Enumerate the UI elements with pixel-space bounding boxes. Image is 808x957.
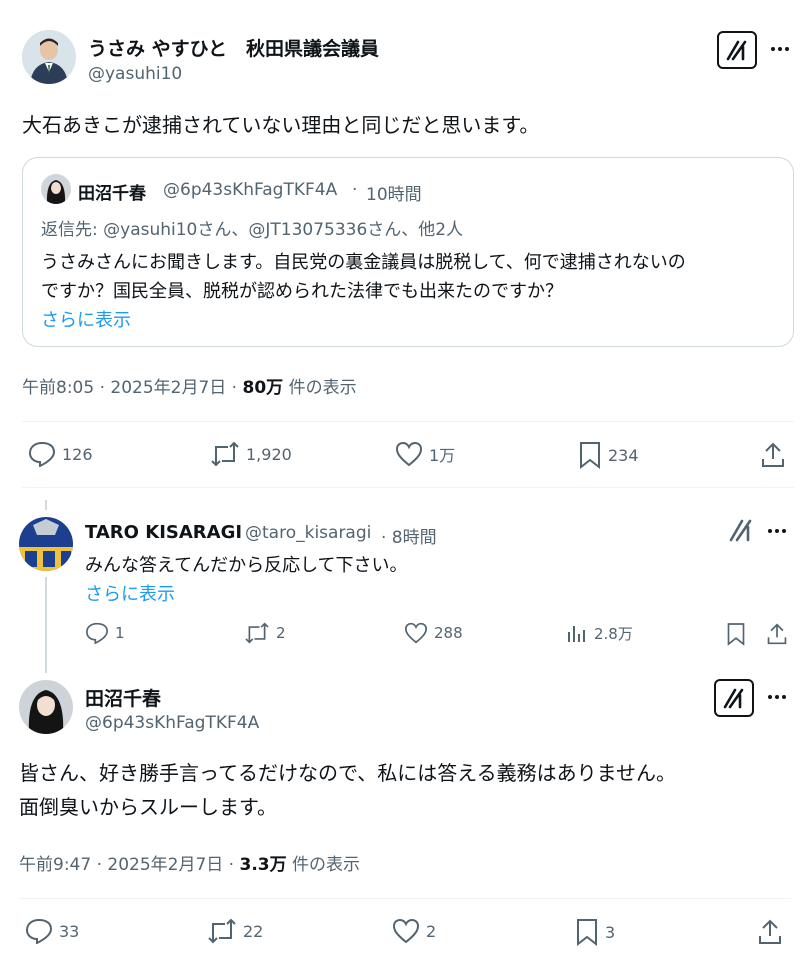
heart-icon — [404, 622, 428, 644]
second-post-text-line1: 皆さん、好き勝手言ってるだけなので、私には答える義務はありません。 — [19, 761, 676, 785]
author-handle[interactable]: @yasuhi10 — [88, 64, 182, 84]
bookmark-icon — [577, 919, 597, 946]
second-grok-icon[interactable] — [714, 679, 754, 717]
more-options-icon[interactable] — [771, 47, 789, 51]
second-post-timestamp[interactable]: 午前9:47 · 2025年2月7日 · — [19, 855, 240, 875]
post-meta: 午前8:05 · 2025年2月7日 · 80万 件の表示 — [22, 373, 357, 398]
bookmark-icon — [727, 623, 745, 646]
reply-icon — [25, 918, 53, 944]
reply-like-count: 288 — [434, 624, 463, 642]
like-button[interactable]: 1万 — [395, 441, 455, 467]
second-author-avatar[interactable] — [19, 680, 73, 734]
bookmark-count: 234 — [608, 445, 639, 465]
second-repost-count: 22 — [243, 921, 264, 941]
reply-like-button[interactable]: 288 — [404, 622, 463, 644]
second-bookmark-count: 3 — [605, 922, 616, 942]
heart-icon — [395, 441, 423, 467]
quoted-text-line2: ですか？国民全員、脱税が認められた法律でも出来たのですか？ — [41, 281, 563, 302]
reply-reply-count: 1 — [115, 624, 125, 642]
second-like-count: 2 — [426, 921, 437, 941]
grok-icon[interactable] — [717, 31, 757, 69]
thread-line — [45, 577, 47, 673]
divider — [22, 487, 794, 488]
divider — [19, 898, 791, 899]
quoted-author-avatar — [41, 174, 71, 204]
repost-count: 1,920 — [246, 444, 292, 464]
reply-more-options-icon[interactable] — [768, 529, 786, 533]
post-views-count: 80万 — [242, 378, 284, 398]
repost-icon — [211, 441, 239, 467]
second-bookmark-button[interactable]: 3 — [575, 918, 615, 946]
author-avatar[interactable] — [22, 30, 76, 84]
second-post-views-count: 3.3万 — [239, 855, 287, 875]
like-count: 1万 — [429, 446, 456, 465]
second-reply-button[interactable]: 33 — [25, 918, 79, 944]
reply-repost-count: 2 — [276, 624, 286, 642]
quoted-show-more-link[interactable]: さらに表示 — [41, 306, 131, 332]
quoted-reply-to: 返信先: @yasuhi10さん、@JT13075336さん、他2人 — [41, 220, 464, 240]
second-like-button[interactable]: 2 — [392, 918, 436, 944]
second-post-text-line2: 面倒臭いからスルーします。 — [19, 795, 277, 819]
second-share-button[interactable] — [757, 918, 783, 946]
reply-bookmark-button[interactable] — [726, 622, 746, 646]
reply-button[interactable]: 126 — [28, 441, 93, 467]
share-icon — [762, 442, 784, 467]
reply-grok-icon[interactable] — [728, 518, 754, 546]
reply-views-button[interactable]: 2.8万 — [566, 622, 633, 644]
second-more-options-icon[interactable] — [768, 695, 786, 699]
reply-icon — [28, 441, 56, 467]
second-post-meta: 午前9:47 · 2025年2月7日 · 3.3万 件の表示 — [19, 850, 360, 875]
second-author-name[interactable]: 田沼千春 — [85, 684, 161, 711]
quoted-author-handle: @6p43sKhFagTKF4A — [163, 180, 338, 200]
reply-repost-button[interactable]: 2 — [244, 622, 286, 644]
repost-button[interactable]: 1,920 — [210, 441, 292, 467]
reply-reply-button[interactable]: 1 — [85, 622, 125, 644]
analytics-icon — [568, 626, 585, 642]
reply-author-avatar[interactable] — [19, 517, 73, 571]
quoted-time: 10時間 — [366, 185, 422, 205]
quoted-author-name: 田沼千春 — [78, 184, 146, 204]
second-author-handle[interactable]: @6p43sKhFagTKF4A — [85, 713, 259, 733]
repost-icon — [245, 622, 269, 644]
heart-icon — [392, 918, 420, 944]
bookmark-button[interactable]: 234 — [578, 441, 639, 469]
bookmark-icon — [580, 442, 600, 469]
reply-author-name[interactable]: TARO KISARAGI — [85, 522, 242, 543]
reply-icon — [85, 622, 109, 644]
quoted-separator: · — [352, 180, 358, 200]
reply-show-more-link[interactable]: さらに表示 — [85, 580, 175, 606]
thread-line — [45, 500, 47, 510]
reply-share-button[interactable] — [766, 622, 788, 646]
post-text: 大石あきこが逮捕されていない理由と同じだと思います。 — [22, 113, 540, 137]
post-views-label: 件の表示 — [283, 378, 357, 398]
reply-time[interactable]: · 8時間 — [381, 523, 437, 548]
second-post-views-label: 件の表示 — [286, 855, 361, 875]
share-icon — [759, 919, 781, 944]
reply-text: みんな答えてんだから反応して下さい。 — [85, 555, 408, 576]
reply-views-count: 2.8万 — [594, 624, 633, 643]
second-reply-count: 33 — [59, 921, 80, 941]
author-name[interactable]: うさみ やすひと 秋田県議会議員 — [88, 34, 379, 61]
reply-count: 126 — [62, 444, 93, 464]
share-icon — [767, 623, 787, 645]
reply-author-handle[interactable]: @taro_kisaragi — [245, 523, 371, 543]
quoted-text-line1: うさみさんにお聞きします。自民党の裏金議員は脱税して、何で逮捕されないの — [41, 252, 686, 273]
post-timestamp[interactable]: 午前8:05 · 2025年2月7日 · — [22, 378, 243, 398]
share-button[interactable] — [760, 441, 786, 469]
repost-icon — [208, 918, 236, 944]
second-repost-button[interactable]: 22 — [207, 918, 263, 944]
divider — [22, 421, 794, 422]
